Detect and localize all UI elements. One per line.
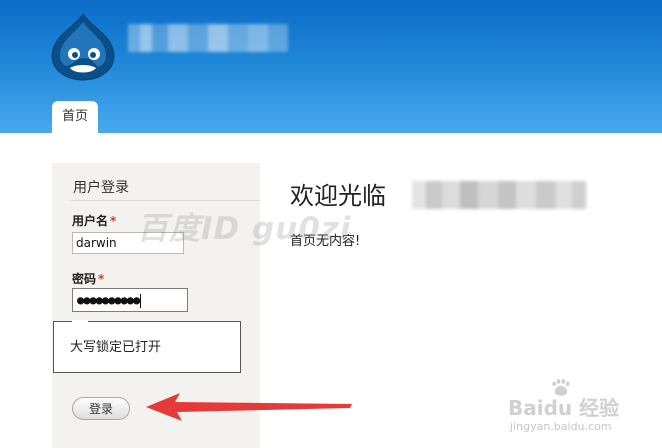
password-masked-value: ●●●●●●●●●● — [77, 293, 140, 307]
annotation-arrow — [146, 393, 352, 421]
divider — [70, 200, 260, 201]
username-label-text: 用户名 — [72, 214, 109, 228]
username-label: 用户名 * — [72, 212, 116, 229]
tooltip-arrow-mask — [72, 320, 88, 322]
site-name-redacted — [128, 24, 288, 52]
text-cursor — [140, 293, 142, 308]
site-name-redacted — [412, 181, 586, 209]
password-label: 密码 * — [72, 270, 104, 287]
capslock-tooltip: 大写锁定已打开 — [53, 321, 241, 373]
drupal-drop-icon[interactable] — [46, 12, 120, 82]
baidu-id-watermark: 百度ID gu0zi — [137, 211, 352, 247]
required-mark: * — [98, 272, 105, 286]
capslock-tooltip-text: 大写锁定已打开 — [70, 340, 162, 355]
tab-home[interactable]: 首页 — [52, 101, 98, 133]
login-button[interactable]: 登录 — [72, 397, 130, 420]
baidu-jingyan-watermark: Baidu 经验 — [508, 396, 620, 420]
password-label-text: 密码 — [72, 272, 97, 286]
required-mark: * — [110, 214, 117, 228]
login-block-title: 用户登录 — [73, 180, 129, 196]
baidu-jingyan-url-watermark: jingyan.baidu.com — [510, 420, 612, 433]
password-input[interactable]: ●●●●●●●●●● — [72, 288, 188, 312]
site-header: 首页 — [0, 0, 662, 133]
